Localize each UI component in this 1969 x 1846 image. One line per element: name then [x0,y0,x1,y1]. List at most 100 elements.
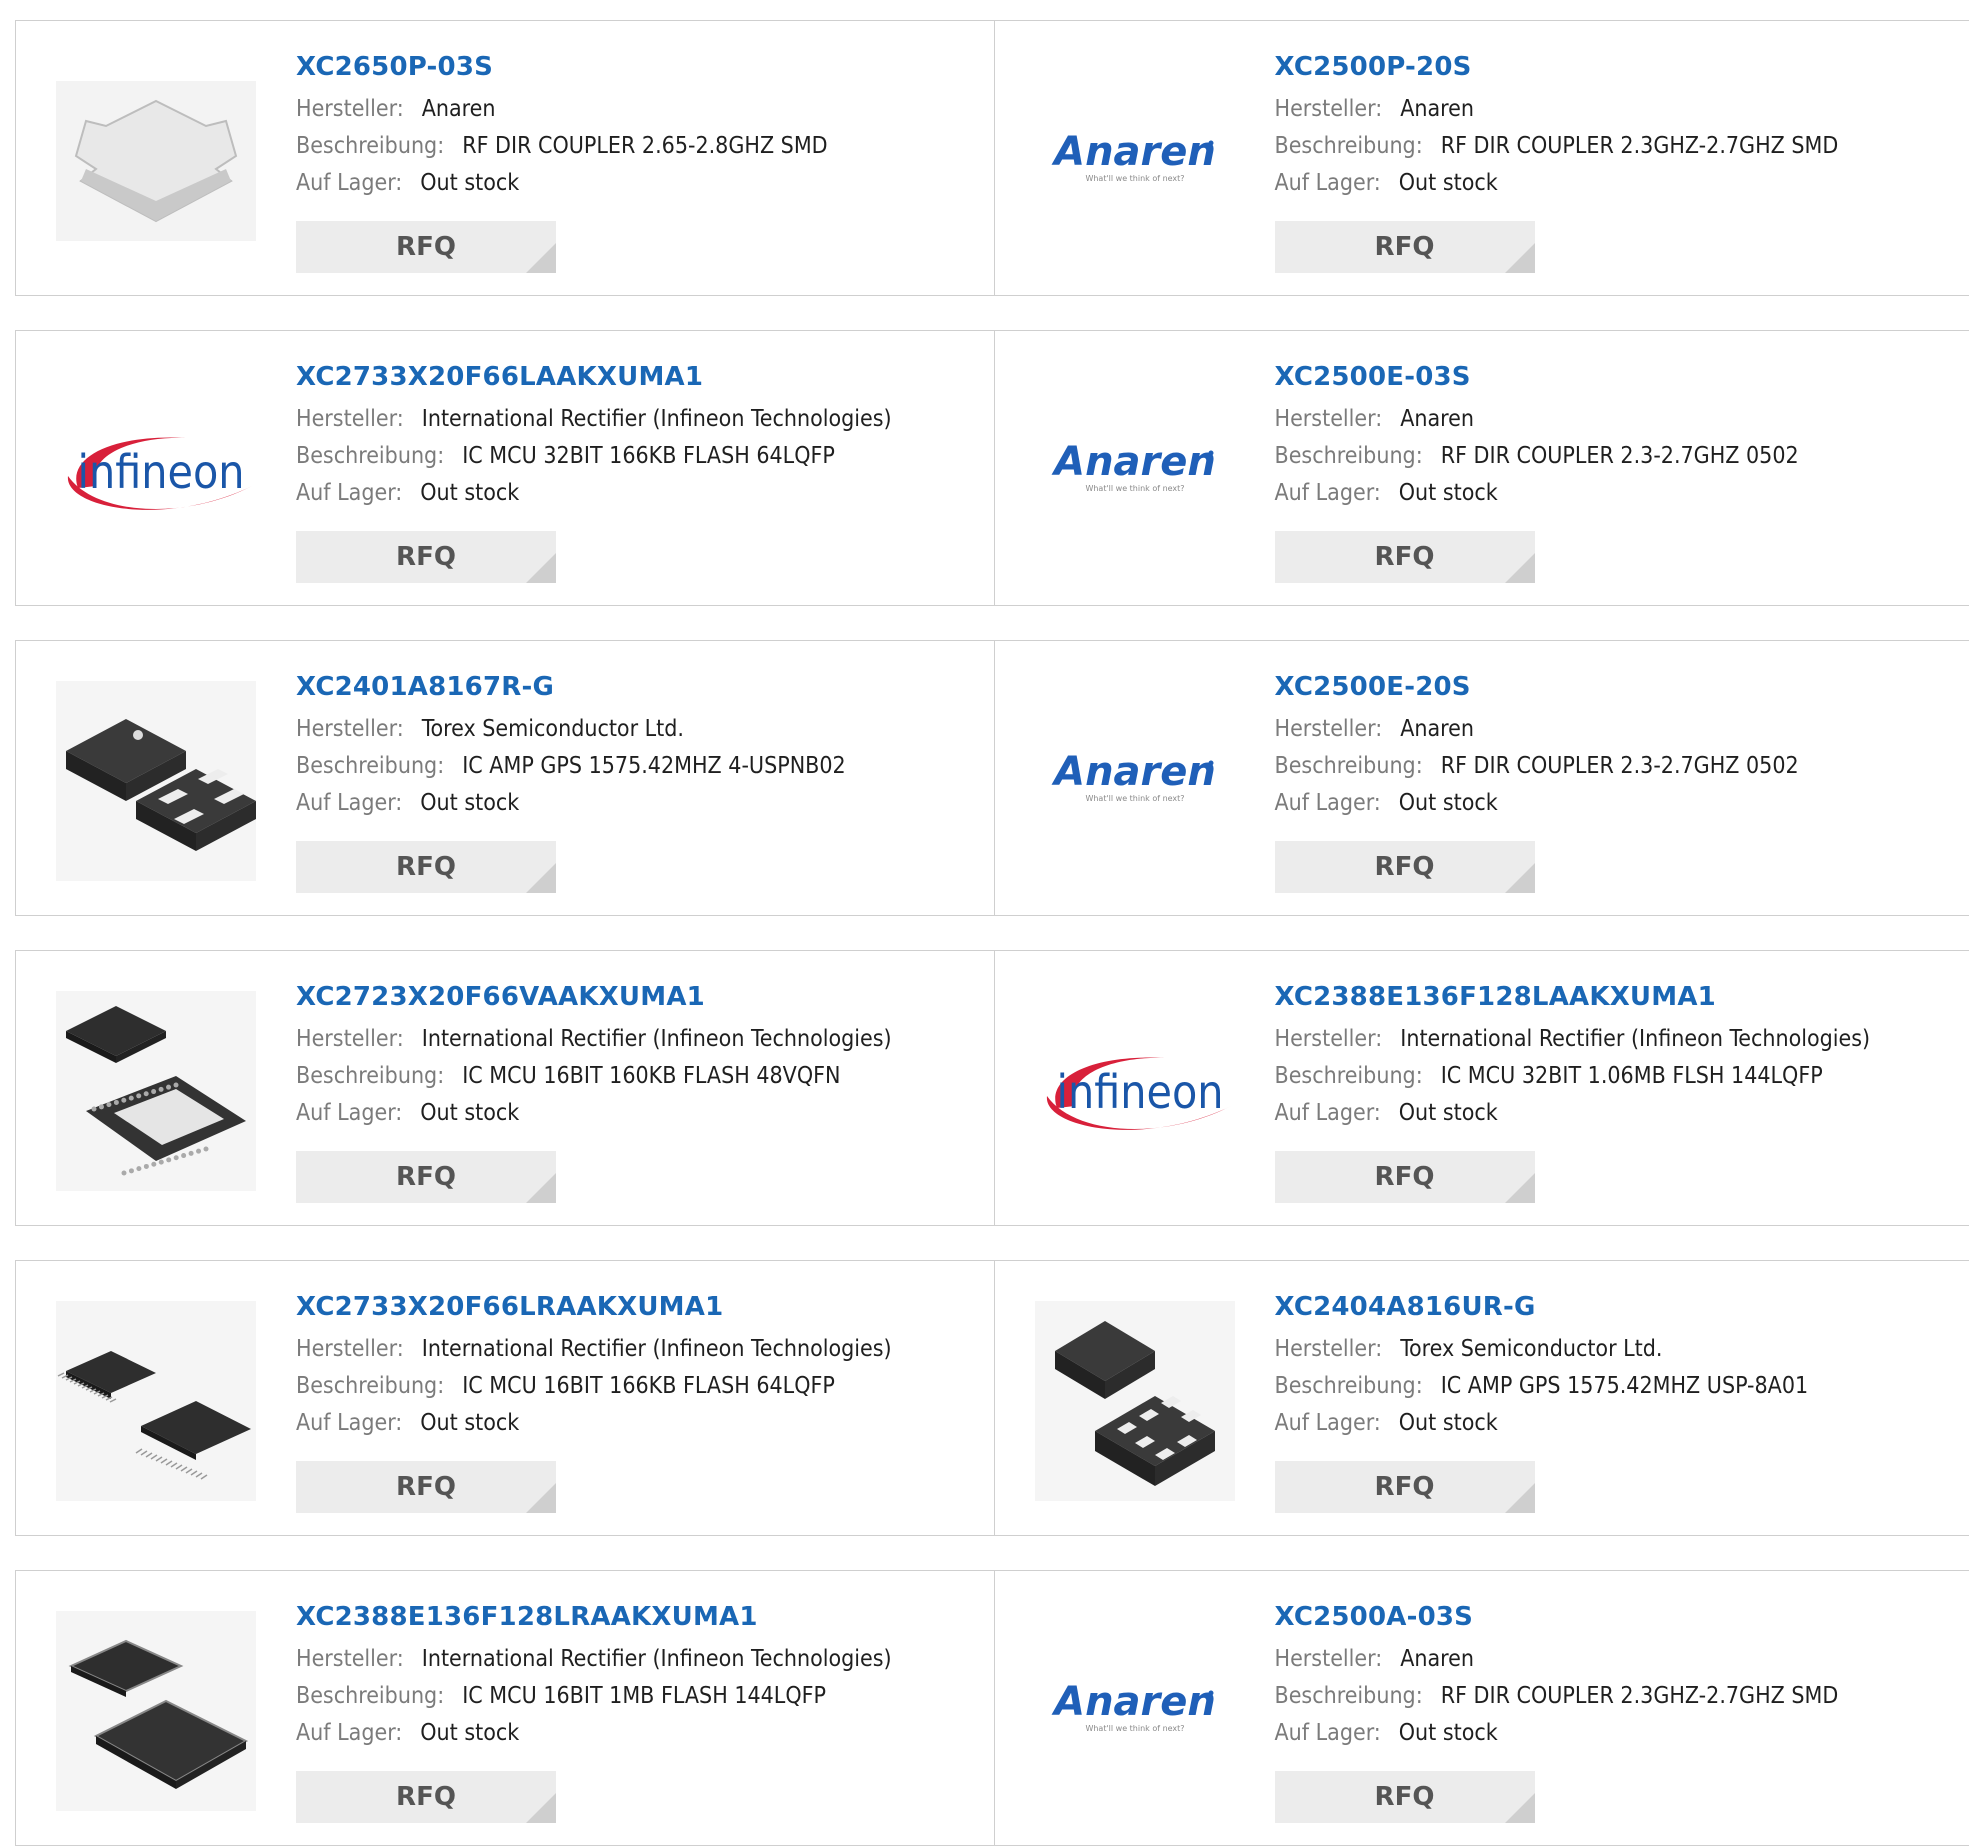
product-image[interactable] [56,991,256,1191]
rfq-label: RFQ [396,852,456,882]
stock-value: Out stock [1399,1100,1498,1126]
stock-label: Auf Lager: [296,1720,402,1746]
manufacturer-label: Hersteller: [1275,716,1383,742]
product-card: XC2404A816UR-G Hersteller: Torex Semicond… [994,1261,1969,1535]
product-image[interactable] [56,61,256,261]
anaren-tagline: What'll we think of next? [1085,174,1184,183]
rfq-button[interactable]: RFQ [1275,531,1535,583]
manufacturer-label: Hersteller: [296,716,404,742]
rfq-label: RFQ [1375,1782,1435,1812]
rfq-button[interactable]: RFQ [1275,1151,1535,1203]
product-row: XC2723X20F66VAAKXUMA1 Hersteller:Interna… [15,950,1969,1226]
part-number-link[interactable]: XC2733X20F66LAAKXUMA1 [296,359,984,395]
description-value: IC MCU 16BIT 166KB FLASH 64LQFP [462,1373,835,1399]
corner-triangle-icon [526,1793,556,1823]
stock-value: Out stock [1399,480,1498,506]
corner-triangle-icon [526,863,556,893]
product-image[interactable]: Anaren What'll we think of next? [1035,1611,1235,1811]
part-number-link[interactable]: XC2500E-03S [1275,359,1960,395]
stock-value: Out stock [420,480,519,506]
rfq-button[interactable]: RFQ [1275,841,1535,893]
product-row: XC2650P-03S Hersteller:Anaren Beschreibu… [15,20,1969,296]
rfq-button[interactable]: RFQ [296,1771,556,1823]
part-number-link[interactable]: XC2650P-03S [296,49,984,85]
product-image[interactable]: infineon [1035,991,1235,1191]
infineon-logo-text: infineon [77,445,244,499]
rfq-label: RFQ [1375,852,1435,882]
rfq-button[interactable]: RFQ [296,1151,556,1203]
rfq-button[interactable]: RFQ [1275,221,1535,273]
rfq-button[interactable]: RFQ [296,841,556,893]
rfq-button[interactable]: RFQ [1275,1461,1535,1513]
manufacturer-value: International Rectifier (Infineon Techno… [422,1026,892,1052]
anaren-logo-text: Anaren [1051,131,1216,175]
description-value: RF DIR COUPLER 2.3GHZ-2.7GHZ SMD [1441,1683,1839,1709]
rfq-label: RFQ [1375,542,1435,572]
corner-triangle-icon [1505,553,1535,583]
corner-triangle-icon [526,243,556,273]
corner-triangle-icon [1505,1793,1535,1823]
part-number-link[interactable]: XC2388E136F128LRAAKXUMA1 [296,1599,984,1635]
description-value: IC MCU 16BIT 1MB FLASH 144LQFP [462,1683,826,1709]
product-row: XC2388E136F128LRAAKXUMA1 Hersteller: Inte… [15,1570,1969,1846]
rfq-button[interactable]: RFQ [296,1461,556,1513]
part-number-link[interactable]: XC2723X20F66VAAKXUMA1 [296,979,984,1015]
manufacturer-label: Hersteller: [1275,1336,1383,1362]
manufacturer-label: Hersteller: [1275,406,1383,432]
anaren-logo-text: Anaren [1051,751,1216,795]
part-number-link[interactable]: XC2388E136F128LAAKXUMA1 [1275,979,1960,1015]
product-image[interactable]: Anaren What'll we think of next? [1035,681,1235,881]
anaren-tagline: What'll we think of next? [1085,794,1184,803]
rfq-button[interactable]: RFQ [296,531,556,583]
manufacturer-value: International Rectifier (Infineon Techno… [422,1336,892,1362]
product-card: infineon XC2733X20F66LAAKXUMA1 Herstelle… [16,331,994,605]
description-value: RF DIR COUPLER 2.3GHZ-2.7GHZ SMD [1441,133,1839,159]
part-number-link[interactable]: XC2401A8167R-G [296,669,984,705]
stock-label: Auf Lager: [1275,790,1381,816]
part-number-link[interactable]: XC2404A816UR-G [1275,1289,1960,1325]
part-number-link[interactable]: XC2500P-20S [1275,49,1960,85]
product-image[interactable] [56,681,256,881]
product-image[interactable]: Anaren What'll we think of next? [1035,371,1235,571]
rfq-label: RFQ [1375,1472,1435,1502]
description-value: IC MCU 16BIT 160KB FLASH 48VQFN [462,1063,840,1089]
part-number-link[interactable]: XC2733X20F66LRAAKXUMA1 [296,1289,984,1325]
rfq-label: RFQ [396,232,456,262]
product-image[interactable] [56,1611,256,1811]
manufacturer-label: Hersteller: [1275,1646,1383,1672]
anaren-tagline: What'll we think of next? [1085,1724,1184,1733]
rfq-label: RFQ [396,542,456,572]
stock-label: Auf Lager: [296,480,402,506]
manufacturer-value: International Rectifier (Infineon Techno… [1400,1026,1870,1052]
product-image[interactable] [56,1301,256,1501]
stock-value: Out stock [1399,1720,1498,1746]
rfq-label: RFQ [1375,1162,1435,1192]
part-number-link[interactable]: XC2500A-03S [1275,1599,1960,1635]
manufacturer-value: Torex Semiconductor Ltd. [1400,1336,1662,1362]
stock-label: Auf Lager: [1275,1100,1381,1126]
rfq-button[interactable]: RFQ [1275,1771,1535,1823]
manufacturer-value: Anaren [1400,96,1474,122]
stock-value: Out stock [1399,790,1498,816]
product-row: infineon XC2733X20F66LAAKXUMA1 Herstelle… [15,330,1969,606]
stock-value: Out stock [420,1100,519,1126]
product-image[interactable]: Anaren What'll we think of next? [1035,61,1235,261]
product-image[interactable]: infineon [56,371,256,571]
product-card: infineon XC2388E136F128LAAKXUMA1 Herstel… [994,951,1969,1225]
stock-value: Out stock [420,1410,519,1436]
part-number-link[interactable]: XC2500E-20S [1275,669,1960,705]
stock-value: Out stock [420,1720,519,1746]
product-image[interactable] [1035,1301,1235,1501]
corner-triangle-icon [526,553,556,583]
rfq-button[interactable]: RFQ [296,221,556,273]
corner-triangle-icon [526,1173,556,1203]
manufacturer-value: Torex Semiconductor Ltd. [422,716,684,742]
corner-triangle-icon [1505,1173,1535,1203]
product-card: Anaren What'll we think of next? XC2500P… [994,21,1969,295]
stock-value: Out stock [1399,1410,1498,1436]
manufacturer-value: Anaren [1400,716,1474,742]
manufacturer-value: International Rectifier (Infineon Techno… [422,1646,892,1672]
description-value: IC AMP GPS 1575.42MHZ USP-8A01 [1441,1373,1808,1399]
manufacturer-value: International Rectifier (Infineon Techno… [422,406,892,432]
rfq-label: RFQ [396,1472,456,1502]
